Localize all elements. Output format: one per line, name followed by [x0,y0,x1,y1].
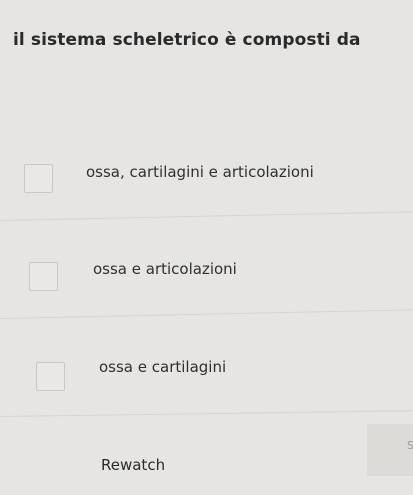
answer-option-3[interactable]: ossa e cartilagini [0,348,413,408]
divider-1 [0,211,413,221]
answer-option-1[interactable]: ossa, cartilagini e articolazioni [0,150,413,210]
divider-3 [0,410,413,417]
rewatch-button[interactable]: Rewatch [101,456,165,474]
divider-2 [0,309,413,319]
answer-checkbox-2[interactable] [29,262,58,291]
corner-button[interactable]: S [367,424,413,476]
answer-option-2[interactable]: ossa e articolazioni [0,250,413,310]
answer-label-3: ossa e cartilagini [99,358,227,376]
answer-checkbox-1[interactable] [24,164,53,193]
corner-glyph: S [407,439,413,452]
answer-label-2: ossa e articolazioni [93,260,237,278]
answer-label-1: ossa, cartilagini e articolazioni [86,163,314,181]
question-text: il sistema scheletrico è composti da [13,30,361,50]
answer-checkbox-3[interactable] [36,362,65,391]
